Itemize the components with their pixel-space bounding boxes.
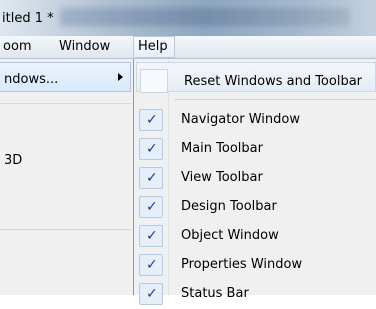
submenu-item-label: Main Toolbar bbox=[181, 141, 263, 156]
submenu-item-view-toolbar[interactable]: ✓ View Toolbar bbox=[134, 164, 376, 193]
menu-separator bbox=[0, 103, 131, 104]
check-icon: ✓ bbox=[146, 228, 158, 244]
submenu-item-reset[interactable]: Reset Windows and Toolbar bbox=[136, 62, 376, 93]
check-icon-box: ✓ bbox=[139, 167, 163, 189]
check-icon: ✓ bbox=[146, 170, 158, 186]
window-menu-dropdown: ndows... 3D bbox=[0, 59, 134, 295]
menu-help[interactable]: Help bbox=[138, 39, 168, 54]
chevron-right-icon bbox=[118, 73, 123, 81]
submenu-item-label: View Toolbar bbox=[181, 170, 263, 185]
check-icon-box: ✓ bbox=[139, 225, 163, 247]
submenu-item-properties-window[interactable]: ✓ Properties Window bbox=[134, 251, 376, 280]
reset-label: Reset Windows and Toolbar bbox=[184, 74, 363, 89]
menu-zoom[interactable]: oom bbox=[3, 39, 32, 54]
submenu-item-label: Design Toolbar bbox=[181, 199, 277, 214]
check-icon-box: ✓ bbox=[139, 138, 163, 160]
check-icon-box: ✓ bbox=[139, 109, 163, 131]
windows-submenu: Reset Windows and Toolbar ✓ Navigator Wi… bbox=[134, 59, 376, 305]
check-icon-box: ✓ bbox=[139, 283, 163, 305]
menu-item-windows[interactable]: ndows... bbox=[0, 62, 131, 92]
submenu-item-label: Status Bar bbox=[181, 286, 249, 301]
menu-item-windows-label: ndows... bbox=[4, 72, 59, 87]
menu-bar: oom Window Help bbox=[0, 36, 376, 59]
menu-item-3d[interactable]: 3D bbox=[4, 153, 22, 168]
submenu-item-design-toolbar[interactable]: ✓ Design Toolbar bbox=[134, 193, 376, 222]
check-icon: ✓ bbox=[146, 112, 158, 128]
check-icon: ✓ bbox=[146, 141, 158, 157]
submenu-item-label: Navigator Window bbox=[181, 112, 300, 127]
title-bar-blurred-area bbox=[60, 8, 350, 26]
submenu-item-label: Object Window bbox=[181, 228, 279, 243]
title-bar: itled 1 * bbox=[0, 0, 376, 36]
window-title: itled 1 * bbox=[2, 11, 54, 26]
submenu-item-label: Properties Window bbox=[181, 257, 303, 272]
menu-separator bbox=[0, 229, 131, 230]
check-icon: ✓ bbox=[146, 286, 158, 302]
menu-window[interactable]: Window bbox=[59, 39, 110, 54]
check-icon: ✓ bbox=[146, 257, 158, 273]
check-icon-box: ✓ bbox=[139, 196, 163, 218]
submenu-item-main-toolbar[interactable]: ✓ Main Toolbar bbox=[134, 135, 376, 164]
submenu-item-object-window[interactable]: ✓ Object Window bbox=[134, 222, 376, 251]
check-icon: ✓ bbox=[146, 199, 158, 215]
check-icon-box: ✓ bbox=[139, 254, 163, 276]
reset-icon-slot bbox=[140, 69, 168, 93]
submenu-item-navigator[interactable]: ✓ Navigator Window bbox=[134, 106, 376, 135]
submenu-separator bbox=[174, 99, 376, 100]
